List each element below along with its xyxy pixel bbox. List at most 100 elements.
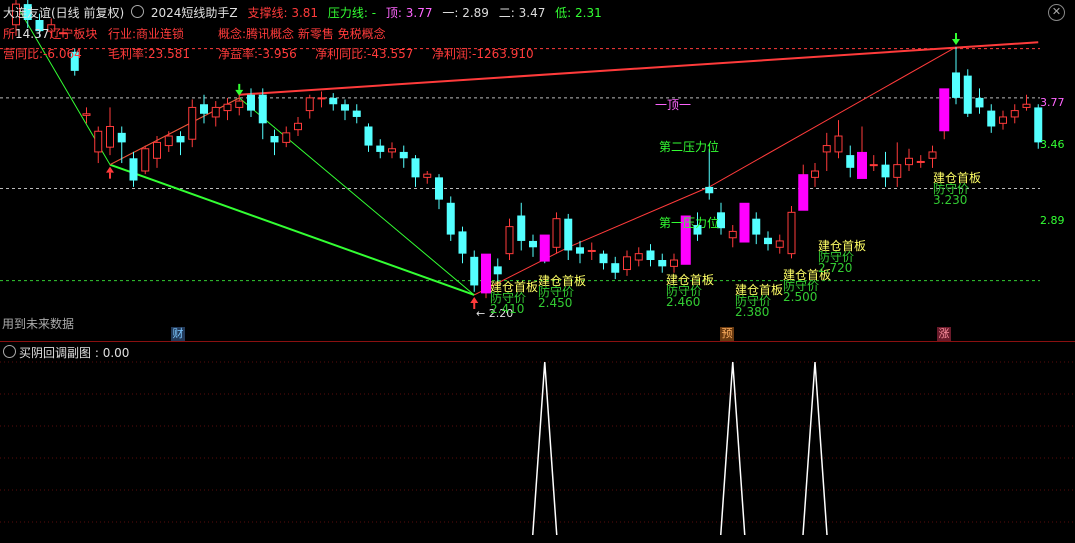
signal-price: 2.450 [538,296,573,310]
candle-body [834,135,843,153]
price-axis-second: 3.46 [1040,138,1065,151]
candle-body [188,106,197,140]
event-marker-finance[interactable]: 财 [171,327,185,341]
candle-body [106,125,114,148]
info-row-1: 所14.37辽宁板块 [3,25,97,42]
sub-chart-title: 买阴回调副图 [19,346,92,360]
one-label: 一: [442,6,459,20]
candle-body [200,104,208,114]
signal-price: 2.410 [490,302,525,316]
candle-body [987,110,996,127]
candle-body [670,259,678,267]
candle-body [82,113,91,116]
candle-body [517,215,526,241]
signal-bar [857,151,867,179]
signal-price: 2.500 [783,290,818,304]
net-profit-yoy-text: 净利同比:-43.557 [315,47,414,61]
signal-price: 2.720 [818,261,853,275]
candle-body [423,173,432,178]
concept-text: 概念:腾讯概念 新零售 免税概念 [218,27,386,41]
top-value: 3.77 [405,6,433,20]
candle-body [576,247,584,254]
candle-body [470,256,479,286]
price-badge: 14.37 [15,27,50,41]
sub-signal-peak [720,361,746,536]
candle-body [764,237,772,245]
signal-price: 2.460 [666,295,701,309]
support-label: 支撑线: [247,6,288,20]
signal-price: 2.380 [735,305,770,319]
event-marker-forecast[interactable]: 预 [720,327,734,341]
candle-body [329,97,338,105]
candle-body [376,145,385,152]
candle-body [235,100,244,108]
chart-window: 大连友谊(日线 前复权) 2024短线助手Z 支撑线: 3.81 压力线: - … [0,0,1075,543]
candle-body [305,97,314,112]
signal-label: 建仓首板 防守价 3.230 [933,172,981,207]
candle-body [117,132,126,143]
stock-title: 大连友谊(日线 前复权) [3,6,125,20]
low-value: 2.31 [575,6,602,20]
candle-body [411,158,420,178]
candle-body [1010,110,1019,118]
candle-body [787,211,796,255]
candle-body [752,218,761,235]
candle-body [352,110,361,117]
candle-body [317,97,326,100]
indicator-name[interactable]: 2024短线助手Z [151,6,238,20]
yoy-text: 同比:-6.064 [15,47,82,61]
gross-margin-text: 毛利率:23.581 [108,47,191,61]
two-value: 3.47 [518,6,546,20]
candle-body [869,164,878,167]
candle-body [164,135,173,147]
candle-body [893,164,902,178]
one-value: 2.89 [462,6,489,20]
candle-body [881,164,890,178]
candle-body [952,72,960,98]
candle-body [435,177,443,200]
main-chart[interactable] [0,0,1075,543]
candle-body [94,130,103,153]
candle-body [493,266,502,275]
close-icon[interactable]: ✕ [1048,4,1065,21]
info-row-2: 营同比:-6.064 [3,45,82,62]
buy-arrow [106,166,114,173]
sub-chart-menu-icon[interactable] [3,345,16,358]
info-prefix-1: 所 [3,27,16,41]
sub-chart-header: 买阴回调副图 : 0.00 [3,344,129,361]
candle-body [270,136,279,143]
first-pressure-label: 第一压力位 [659,216,720,230]
candle-body [211,106,220,118]
candle-body [599,253,608,264]
candle-body [458,231,467,254]
indicator-menu-icon[interactable] [131,5,145,18]
candle-body [341,104,349,111]
candle-body [176,136,185,143]
candle-body [388,148,396,153]
two-label: 二: [498,6,515,20]
candle-body [505,226,514,255]
candle-body [905,157,913,166]
candle-body [916,160,925,163]
sub-signal-peak [532,361,558,536]
price-axis-top: 3.77 [1040,96,1065,109]
candle-body [975,97,984,108]
candle-body [1022,103,1031,108]
signal-label: 建仓首板 防守价 2.380 [735,284,783,319]
event-marker-rise[interactable]: 涨 [937,327,951,341]
candle-body [658,260,667,267]
signal-label: 建仓首板 防守价 2.450 [538,275,586,310]
candle-body [646,250,655,261]
candle-body [775,240,784,248]
sub-chart-value: 0.00 [102,346,130,360]
top-level-label: 一顶一 [655,98,692,112]
second-pressure-label: 第二压力位 [659,140,720,154]
sub-signal-peak [802,361,828,536]
signal-price: 3.230 [933,193,968,207]
industry-text: 行业:商业连锁 [108,27,185,41]
candle-body [364,126,373,146]
candle-body [623,256,631,271]
candle-body [928,151,937,159]
low-label: 低: [555,6,572,20]
candle-body [634,253,643,261]
